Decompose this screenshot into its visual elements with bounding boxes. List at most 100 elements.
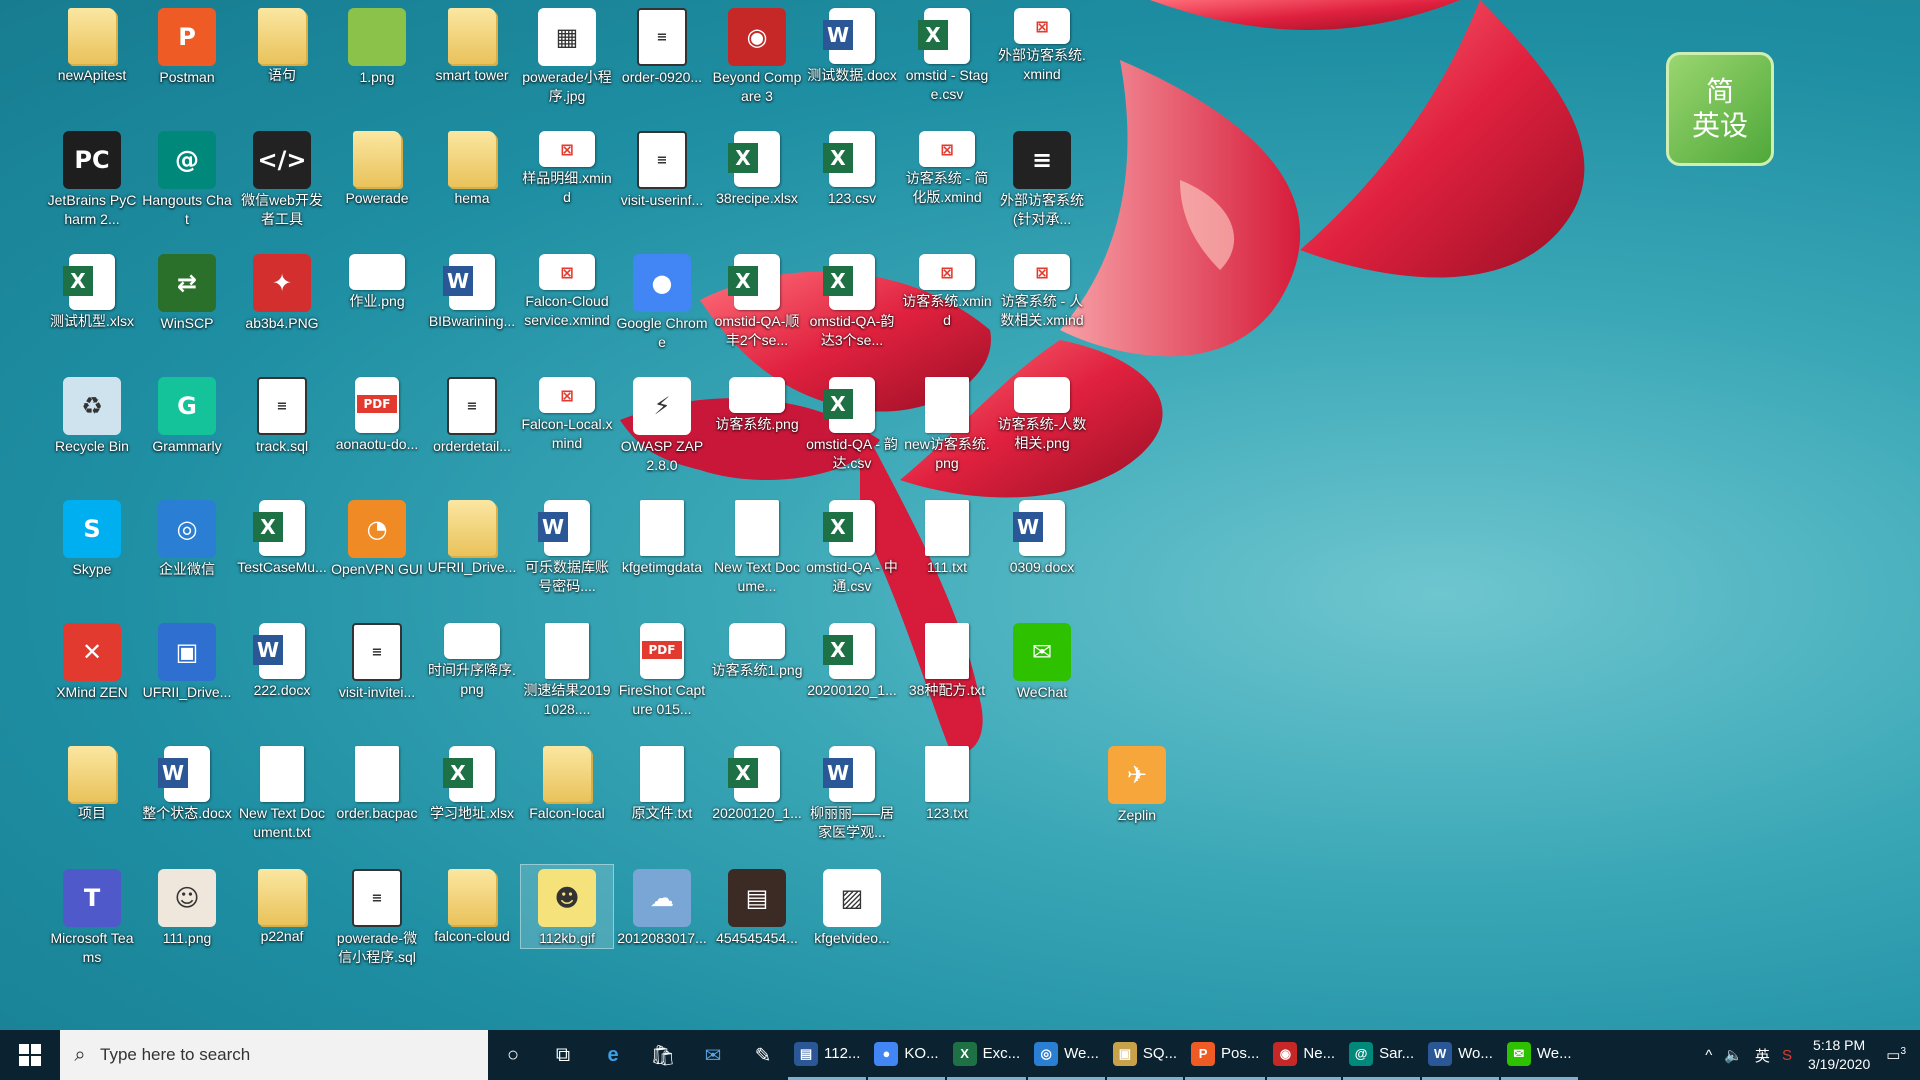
desktop-icon[interactable]: ◔ OpenVPN GUI xyxy=(331,496,423,579)
taskbar-app-button[interactable]: ◎ We... xyxy=(1028,1030,1105,1080)
desktop-icon[interactable]: 整个状态.docx xyxy=(141,742,233,823)
ime-indicator[interactable]: 英 xyxy=(1749,1045,1776,1066)
taskbar-app-button[interactable]: ▤ 112... xyxy=(788,1030,867,1080)
desktop-icon[interactable]: smart tower xyxy=(426,4,518,85)
desktop-icon[interactable]: 访客系统.png xyxy=(711,373,803,434)
desktop-icon[interactable]: ≡ visit-userinf... xyxy=(616,127,708,210)
desktop-icon[interactable]: 1.png xyxy=(331,4,423,87)
taskbar-app-button[interactable]: ◉ Ne... xyxy=(1267,1030,1342,1080)
desktop-icon[interactable]: S Skype xyxy=(46,496,138,579)
desktop-icon[interactable]: 时间升序降序.png xyxy=(426,619,518,699)
desktop-icon[interactable]: 原文件.txt xyxy=(616,742,708,823)
desktop-icon[interactable]: ⚡ OWASP ZAP 2.8.0 xyxy=(616,373,708,475)
desktop-icon[interactable]: G Grammarly xyxy=(141,373,233,456)
desktop-icon[interactable]: ✈ Zeplin xyxy=(1091,742,1183,825)
app-logo-badge[interactable]: 简 英设 xyxy=(1666,52,1774,166)
desktop-icon[interactable]: 测速结果20191028.... xyxy=(521,619,613,719)
desktop-icon[interactable]: newApitest xyxy=(46,4,138,85)
desktop-icon[interactable]: ⊠ 访客系统 - 简化版.xmind xyxy=(901,127,993,207)
desktop-icon[interactable]: ▨ kfgetvideo... xyxy=(806,865,898,948)
desktop-icon[interactable]: ≡ 外部访客系统(针对承... xyxy=(996,127,1088,229)
desktop-icon[interactable]: ≡ powerade-微信小程序.sql xyxy=(331,865,423,967)
desktop-icon[interactable]: ☻ 112kb.gif xyxy=(520,864,614,949)
desktop-icon[interactable]: hema xyxy=(426,127,518,208)
pinned-paint[interactable]: ✎ xyxy=(738,1030,788,1080)
desktop-icon[interactable]: 222.docx xyxy=(236,619,328,700)
desktop-icon[interactable]: omstid-QA-顺丰2个se... xyxy=(711,250,803,350)
desktop-icon[interactable]: 作业.png xyxy=(331,250,423,311)
taskbar-app-button[interactable]: ✉ We... xyxy=(1500,1030,1578,1080)
desktop-icon[interactable]: 测试数据.docx xyxy=(806,4,898,85)
volume-icon[interactable]: 🔈 xyxy=(1718,1046,1749,1064)
desktop-icon[interactable]: 111.txt xyxy=(901,496,993,577)
desktop-icon[interactable]: ✉ WeChat xyxy=(996,619,1088,702)
desktop-icon[interactable]: ⊠ 外部访客系统.xmind xyxy=(996,4,1088,84)
desktop-icon[interactable]: ⊠ 访客系统 - 人数相关.xmind xyxy=(996,250,1088,330)
desktop-icon[interactable]: new访客系统.png xyxy=(901,373,993,473)
desktop-icon[interactable]: ☁ 2012083017... xyxy=(616,865,708,948)
desktop-icon[interactable]: @ Hangouts Chat xyxy=(141,127,233,229)
desktop-icon[interactable]: ⊠ 样品明细.xmind xyxy=(521,127,613,207)
desktop-icon[interactable]: ✕ XMind ZEN xyxy=(46,619,138,702)
desktop-icon[interactable]: falcon-cloud xyxy=(426,865,518,946)
desktop-icon[interactable]: 访客系统-人数相关.png xyxy=(996,373,1088,453)
desktop-icon[interactable]: P Postman xyxy=(141,4,233,87)
desktop-icon[interactable]: New Text Docume... xyxy=(711,496,803,596)
desktop-icon[interactable]: ▣ UFRII_Drive... xyxy=(141,619,233,702)
desktop-icon[interactable]: Powerade xyxy=(331,127,423,208)
desktop-icon[interactable]: kfgetimgdata xyxy=(616,496,708,577)
desktop-icon[interactable]: 20200120_1... xyxy=(711,742,803,823)
desktop-icon[interactable]: 语句 xyxy=(236,4,328,85)
desktop-icon[interactable]: 可乐数据库账号密码.... xyxy=(521,496,613,596)
desktop-icon[interactable]: Falcon-local xyxy=(521,742,613,823)
pinned-mail[interactable]: ✉ xyxy=(688,1030,738,1080)
desktop-icon[interactable]: 学习地址.xlsx xyxy=(426,742,518,823)
desktop-icon[interactable]: ≡ order-0920... xyxy=(616,4,708,87)
desktop-icon[interactable]: ≡ orderdetail... xyxy=(426,373,518,456)
start-button[interactable] xyxy=(0,1030,60,1080)
desktop-icon[interactable]: 123.csv xyxy=(806,127,898,208)
action-center-button[interactable]: ▭3 xyxy=(1880,1046,1920,1064)
desktop-icon[interactable]: UFRII_Drive... xyxy=(426,496,518,577)
pinned-edge[interactable]: e xyxy=(588,1030,638,1080)
desktop-icon[interactable]: ♻ Recycle Bin xyxy=(46,373,138,456)
desktop-icon[interactable]: 访客系统1.png xyxy=(711,619,803,680)
desktop-icon[interactable]: ⇄ WinSCP xyxy=(141,250,233,333)
desktop-icon[interactable]: ◉ Beyond Compare 3 xyxy=(711,4,803,106)
clock[interactable]: 5:18 PM 3/19/2020 xyxy=(1798,1036,1880,1074)
desktop-icon[interactable]: ● Google Chrome xyxy=(616,250,708,352)
desktop-icon[interactable]: ◎ 企业微信 xyxy=(141,496,233,579)
show-hidden-icons-icon[interactable]: ^ xyxy=(1699,1047,1718,1064)
desktop-icon[interactable]: aonaotu-do... xyxy=(331,373,423,454)
desktop-icon[interactable]: omstid - Stage.csv xyxy=(901,4,993,104)
taskbar-app-button[interactable]: X Exc... xyxy=(946,1030,1027,1080)
desktop-icon[interactable]: ⊠ 访客系统.xmind xyxy=(901,250,993,330)
desktop-icon[interactable]: ≡ track.sql xyxy=(236,373,328,456)
desktop-icon[interactable]: 38种配方.txt xyxy=(901,619,993,700)
taskbar-search-box[interactable]: ⌕ Type here to search xyxy=(60,1030,488,1080)
taskbar-app-button[interactable]: W Wo... xyxy=(1422,1030,1499,1080)
cortana-button[interactable]: ○ xyxy=(488,1030,538,1080)
desktop-icon[interactable]: ▤ 454545454... xyxy=(711,865,803,948)
pinned-store[interactable]: 🛍 xyxy=(638,1030,688,1080)
taskbar-app-button[interactable]: ▣ SQ... xyxy=(1106,1030,1184,1080)
desktop-icon[interactable]: ☺ 111.png xyxy=(141,865,233,948)
desktop-icon[interactable]: 123.txt xyxy=(901,742,993,823)
desktop-icon[interactable]: T Microsoft Teams xyxy=(46,865,138,967)
desktop-icon[interactable]: ✦ ab3b4.PNG xyxy=(236,250,328,333)
desktop-icon[interactable]: 项目 xyxy=(46,742,138,823)
desktop-icon[interactable]: ⊠ Falcon-Cloud service.xmind xyxy=(521,250,613,330)
desktop-icon[interactable]: ≡ visit-invitei... xyxy=(331,619,423,702)
desktop-icon[interactable]: 柳丽丽——居家医学观... xyxy=(806,742,898,842)
desktop-icon[interactable]: TestCaseMu... xyxy=(236,496,328,577)
desktop-icon[interactable]: omstid-QA - 韵达.csv xyxy=(806,373,898,473)
desktop-icon[interactable]: New Text Document.txt xyxy=(236,742,328,842)
desktop-icon[interactable]: 20200120_1... xyxy=(806,619,898,700)
taskbar-app-button[interactable]: @ Sar... xyxy=(1343,1030,1421,1080)
desktop-icon[interactable]: order.bacpac xyxy=(331,742,423,823)
desktop-icon[interactable]: omstid-QA-韵达3个se... xyxy=(806,250,898,350)
desktop-icon[interactable]: 测试机型.xlsx xyxy=(46,250,138,331)
desktop-icon[interactable]: 0309.docx xyxy=(996,496,1088,577)
desktop-icon[interactable]: ▦ powerade小程序.jpg xyxy=(521,4,613,106)
desktop-icon[interactable]: omstid-QA - 中通.csv xyxy=(806,496,898,596)
